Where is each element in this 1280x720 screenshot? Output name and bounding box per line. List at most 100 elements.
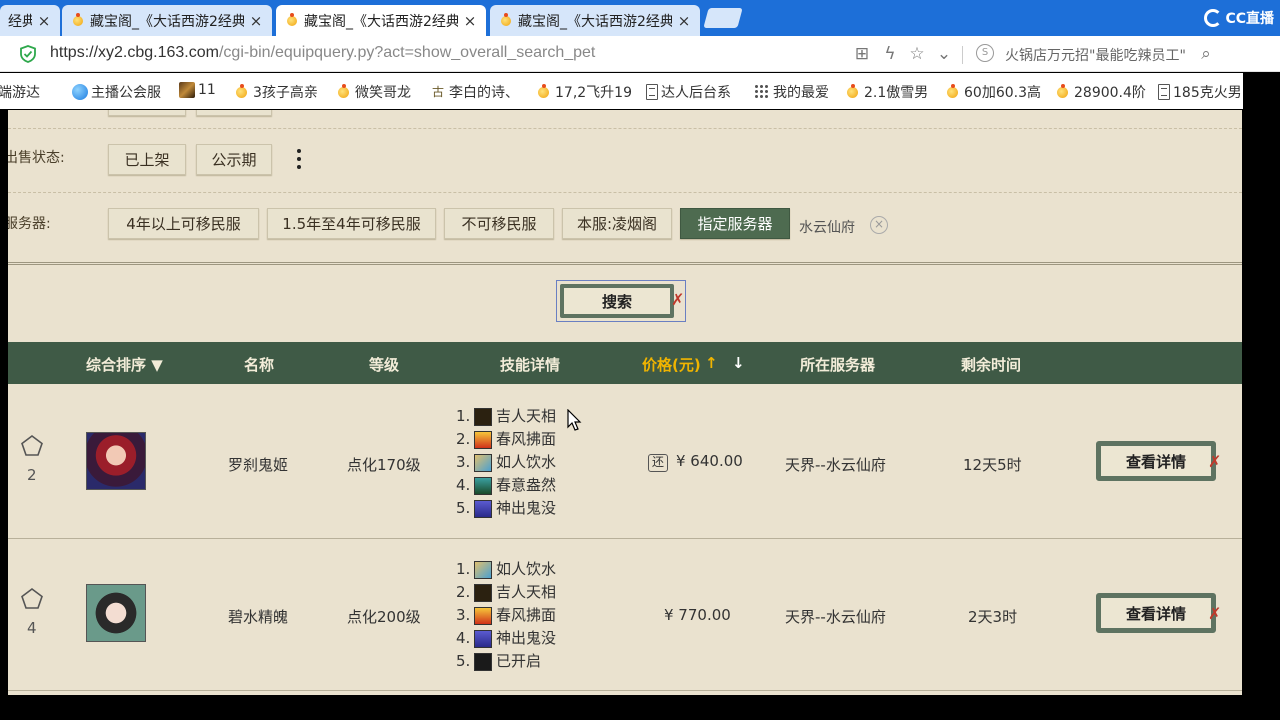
- pet-avatar[interactable]: [86, 432, 146, 490]
- bookmark-label: 我的最爱: [773, 85, 829, 101]
- clear-server-icon[interactable]: ×: [870, 216, 888, 234]
- browser-tab-active[interactable]: 藏宝阁_《大话西游2经典 ×: [276, 5, 486, 36]
- pet-avatar[interactable]: [86, 584, 146, 642]
- server-option-button[interactable]: 4年以上可移民服: [108, 208, 259, 239]
- skill-icon: [474, 499, 492, 518]
- results-table-header: 综合排序 ▼ 名称 等级 技能详情 价格(元) ↑ ↓ 所在服务器 剩余时间: [8, 342, 1242, 384]
- search-button[interactable]: 搜索: [560, 284, 674, 318]
- bookmark-item[interactable]: 28900.4阶: [1055, 82, 1146, 102]
- pet-name: 罗刹鬼姬: [228, 456, 289, 474]
- lightning-icon[interactable]: ϟ: [880, 44, 900, 64]
- server-option-button[interactable]: 本服:凌烟阁: [562, 208, 672, 239]
- favorite-count: 4: [27, 619, 37, 637]
- close-icon[interactable]: ×: [248, 12, 264, 30]
- skill-item[interactable]: 5. 已开启: [456, 650, 556, 673]
- bookmark-item[interactable]: 60加60.3高: [945, 82, 1041, 102]
- server-option-button[interactable]: 不可移民服: [444, 208, 554, 239]
- price-value: ¥ 640.00: [676, 452, 743, 470]
- skill-name: 如人饮水: [496, 453, 557, 471]
- server-cell: 天界--水云仙府: [785, 456, 886, 474]
- bookmark-label: 11: [198, 82, 216, 98]
- url-host: https://xy2.cbg.163.com: [50, 44, 219, 61]
- arrow-up-icon[interactable]: ↑: [705, 354, 718, 372]
- skill-item[interactable]: 4. 神出鬼没: [456, 627, 556, 650]
- server-option-button[interactable]: 1.5年至4年可移民服: [267, 208, 436, 239]
- new-tab-button[interactable]: [703, 8, 743, 28]
- globe-icon: [72, 84, 88, 100]
- bookmark-item[interactable]: 185克火男: [1158, 82, 1242, 102]
- view-details-button[interactable]: 查看详情: [1096, 441, 1216, 481]
- skill-item[interactable]: 5. 神出鬼没: [456, 497, 556, 520]
- browser-tab[interactable]: 经典 ×: [0, 5, 60, 36]
- star-icon: [945, 84, 961, 100]
- favorite-star-icon[interactable]: [20, 434, 44, 458]
- grid-icon: [754, 84, 770, 100]
- skill-item[interactable]: 3. 如人饮水: [456, 451, 556, 474]
- cc-logo-text: CC直播: [1225, 11, 1274, 27]
- bargain-badge[interactable]: 还: [648, 454, 668, 472]
- skill-item[interactable]: 2. 春风拂面: [456, 428, 556, 451]
- url-input[interactable]: https://xy2.cbg.163.com/cgi-bin/equipque…: [50, 44, 595, 62]
- server-label: 服务器:: [8, 216, 51, 232]
- arrow-down-icon[interactable]: ↓: [732, 354, 745, 372]
- bookmark-item[interactable]: 17,2飞升19: [536, 82, 632, 102]
- pet-level: 点化200级: [347, 608, 421, 626]
- close-icon[interactable]: ×: [462, 12, 478, 30]
- cbg-favicon-icon: [70, 12, 86, 29]
- secure-shield-icon[interactable]: [20, 45, 36, 63]
- section-divider: [8, 262, 1242, 265]
- pet-level: 点化170级: [347, 456, 421, 474]
- specified-server-button[interactable]: 指定服务器: [680, 208, 790, 239]
- apps-grid-icon[interactable]: ⊞: [852, 44, 872, 64]
- skill-name: 已开启: [496, 652, 542, 670]
- skill-item[interactable]: 2. 吉人天相: [456, 581, 556, 604]
- skill-name: 吉人天相: [496, 583, 557, 601]
- filter-listed-button[interactable]: 已上架: [108, 144, 186, 175]
- skill-item[interactable]: 1. 如人饮水: [456, 558, 556, 581]
- skill-icon: [474, 453, 492, 472]
- favorite-count: 2: [27, 466, 37, 484]
- bookmark-item[interactable]: 端游达: [0, 82, 40, 102]
- bookmark-item[interactable]: 达人后台系: [646, 82, 731, 102]
- sort-by-overall-header[interactable]: 综合排序 ▼: [86, 354, 163, 375]
- news-ticker[interactable]: 火锅店万元招"最能吃辣员工": [1005, 45, 1185, 65]
- table-row: 2 罗刹鬼姬 点化170级 1. 吉人天相 2. 春风拂面 3. 如人饮水 4. 春意盎…: [8, 384, 1242, 539]
- bookmark-item[interactable]: 古李白的诗、: [430, 82, 519, 102]
- skill-icon: [474, 407, 492, 426]
- search-icon[interactable]: ⌕: [1196, 44, 1216, 64]
- toolbar-divider: [962, 46, 963, 64]
- filter-button-partial[interactable]: [108, 110, 186, 116]
- name-header: 名称: [244, 356, 275, 374]
- bookmark-item[interactable]: 我的最爱: [754, 82, 829, 102]
- skill-name: 神出鬼没: [496, 629, 557, 647]
- time-left-cell: 12天5时: [963, 456, 1022, 474]
- price-header[interactable]: 价格(元): [642, 354, 701, 375]
- skill-item[interactable]: 1. 吉人天相: [456, 405, 556, 428]
- browser-tab[interactable]: 藏宝阁_《大话西游2经典 ×: [490, 5, 700, 36]
- bookmark-item[interactable]: 3孩子高亲: [234, 82, 318, 102]
- bookmark-item[interactable]: 2.1傲雪男: [845, 82, 928, 102]
- browser-tab[interactable]: 藏宝阁_《大话西游2经典 ×: [62, 5, 272, 36]
- bookmark-item[interactable]: 主播公会服: [72, 82, 161, 102]
- bookmark-item[interactable]: 微笑哥龙: [336, 82, 411, 102]
- server-cell: 天界--水云仙府: [785, 608, 886, 626]
- skill-list: 1. 如人饮水 2. 吉人天相 3. 春风拂面 4. 神出鬼没 5. 已开启: [456, 558, 556, 673]
- favorite-star-icon[interactable]: ☆: [907, 44, 927, 64]
- bookmark-item[interactable]: 11: [179, 82, 216, 98]
- filter-button-partial[interactable]: [196, 110, 272, 116]
- tab-title: 藏宝阁_《大话西游2经典: [518, 13, 672, 30]
- close-icon[interactable]: ×: [36, 12, 52, 30]
- chevron-down-icon[interactable]: ⌄: [934, 44, 954, 64]
- filter-publicity-button[interactable]: 公示期: [196, 144, 272, 175]
- close-icon[interactable]: ×: [676, 12, 692, 30]
- view-details-button[interactable]: 查看详情: [1096, 593, 1216, 633]
- favorite-star-icon[interactable]: [20, 587, 44, 611]
- more-options-icon[interactable]: [296, 147, 302, 173]
- bookmark-label: 端游达: [0, 85, 40, 101]
- skills-header: 技能详情: [500, 356, 561, 374]
- skill-item[interactable]: 3. 春风拂面: [456, 604, 556, 627]
- skill-item[interactable]: 4. 春意盎然: [456, 474, 556, 497]
- cbg-favicon-icon: [498, 12, 514, 29]
- pet-name: 碧水精魄: [228, 608, 289, 626]
- doc-icon: [1158, 84, 1170, 100]
